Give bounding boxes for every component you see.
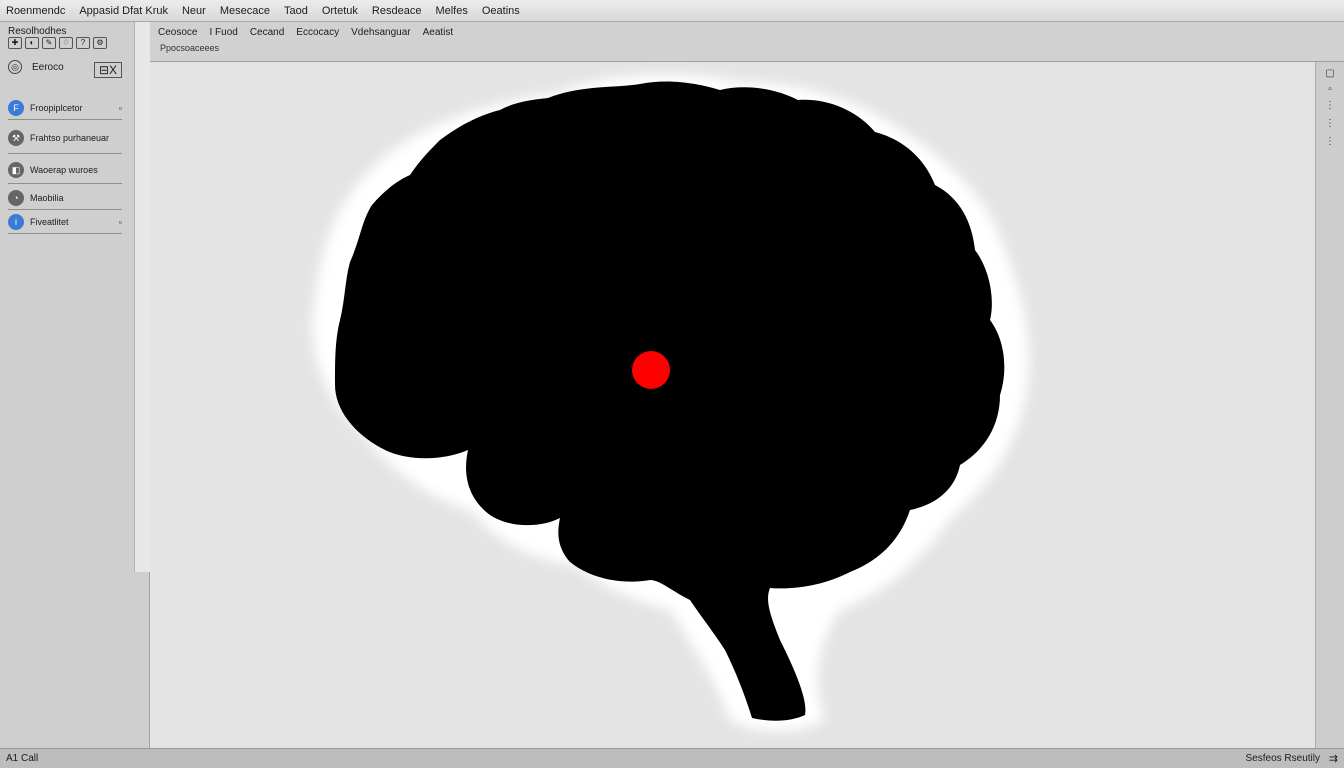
tab-1[interactable]: I Fuod bbox=[209, 27, 237, 38]
edit-icon[interactable]: ✎ bbox=[42, 37, 56, 49]
shape-icon[interactable]: ♢ bbox=[59, 37, 73, 49]
panel-sub-label: Eeroco bbox=[32, 61, 64, 73]
window-icon[interactable]: ▢ bbox=[1323, 68, 1337, 79]
brain-silhouette bbox=[335, 81, 1005, 721]
settings-icon[interactable]: ⚙ bbox=[93, 37, 107, 49]
status-bar: A1 Call Sesfeos Rseutily ⇉ bbox=[0, 748, 1344, 768]
brain-illustration bbox=[312, 74, 1029, 732]
panel-item-label: Maobilia bbox=[30, 192, 64, 203]
location-marker[interactable] bbox=[632, 351, 670, 389]
panel-item-2[interactable]: ◧ Waoerap wuroes bbox=[8, 156, 122, 184]
panel-close-button[interactable]: ⊟X bbox=[94, 62, 122, 78]
panel-item-0[interactable]: F Froopiplcetor ▫ bbox=[8, 96, 122, 120]
panel-toolbar: ✚ ◐ ✎ ♢ ? ⚙ bbox=[8, 37, 107, 49]
menu-item-6[interactable]: Resdeace bbox=[372, 5, 422, 17]
add-icon[interactable]: ✚ bbox=[8, 37, 22, 49]
tab-2[interactable]: Cecand bbox=[250, 27, 284, 38]
panel-item-label: Froopiplcetor bbox=[30, 102, 83, 113]
menu-item-2[interactable]: Neur bbox=[182, 5, 206, 17]
panel-title: Resolhodhes bbox=[8, 26, 67, 37]
secondary-toolbar: Ceosoce I Fuod Cecand Eccocacy Vdehsangu… bbox=[150, 22, 1344, 62]
contrast-icon[interactable]: ◐ bbox=[25, 37, 39, 49]
toolbar-tabs: Ceosoce I Fuod Cecand Eccocacy Vdehsangu… bbox=[158, 27, 453, 38]
panel-item-label: Waoerap wuroes bbox=[30, 164, 98, 175]
tab-0[interactable]: Ceosoce bbox=[158, 27, 197, 38]
menu-item-0[interactable]: Roenmendc bbox=[6, 5, 65, 17]
panel-scroll-strip[interactable] bbox=[134, 22, 150, 572]
breadcrumb: Ppocsoaceees bbox=[160, 43, 220, 53]
more-icon[interactable]: ⋮ bbox=[1323, 100, 1337, 111]
mobile-icon: ◔ bbox=[8, 189, 24, 206]
menu-item-7[interactable]: Melfes bbox=[435, 5, 467, 17]
panel-item-3[interactable]: ◔ Maobilia bbox=[8, 186, 122, 210]
help-icon[interactable]: ? bbox=[76, 37, 90, 49]
expand-icon[interactable]: ▫ bbox=[112, 217, 122, 227]
menu-item-3[interactable]: Mesecace bbox=[220, 5, 270, 17]
menu-bar: Roenmendc Appasid Dfat Kruk Neur Mesecac… bbox=[0, 0, 1344, 22]
tab-5[interactable]: Aeatist bbox=[423, 27, 454, 38]
menu-item-4[interactable]: Taod bbox=[284, 5, 308, 17]
status-left: A1 Call bbox=[6, 753, 39, 764]
status-right: Sesfeos Rseutily bbox=[1245, 753, 1320, 764]
shield-icon: F bbox=[8, 99, 24, 116]
panel-icon[interactable]: ▫ bbox=[1323, 84, 1337, 95]
right-toolbar: ▢ ▫ ⋮ ⋮ ⋮ bbox=[1315, 62, 1344, 748]
expand-icon[interactable]: ▫ bbox=[112, 103, 122, 113]
menu-item-8[interactable]: Oeatins bbox=[482, 5, 520, 17]
more-icon-2[interactable]: ⋮ bbox=[1323, 118, 1337, 129]
tab-4[interactable]: Vdehsanguar bbox=[351, 27, 411, 38]
globe-icon[interactable]: ◎ bbox=[8, 60, 22, 74]
panel-sub-header: ◎ Eeroco bbox=[8, 60, 64, 74]
info-icon: i bbox=[8, 213, 24, 230]
panel-item-label: Fiveatlitet bbox=[30, 216, 69, 227]
tab-3[interactable]: Eccocacy bbox=[296, 27, 339, 38]
menu-item-5[interactable]: Ortetuk bbox=[322, 5, 358, 17]
main-canvas[interactable] bbox=[150, 62, 1315, 748]
left-panel: Resolhodhes ✚ ◐ ✎ ♢ ? ⚙ ◎ Eeroco ⊟X F Fr… bbox=[0, 22, 150, 748]
menu-item-1[interactable]: Appasid Dfat Kruk bbox=[79, 5, 168, 17]
more-icon-3[interactable]: ⋮ bbox=[1323, 136, 1337, 147]
layer-icon: ◧ bbox=[8, 161, 24, 178]
status-menu-icon[interactable]: ⇉ bbox=[1329, 752, 1338, 765]
panel-item-4[interactable]: i Fiveatlitet ▫ bbox=[8, 210, 122, 234]
panel-item-1[interactable]: ⚒ Frahtso purhaneuar bbox=[8, 122, 122, 154]
panel-item-label: Frahtso purhaneuar bbox=[30, 132, 110, 143]
tool-icon: ⚒ bbox=[8, 129, 24, 146]
